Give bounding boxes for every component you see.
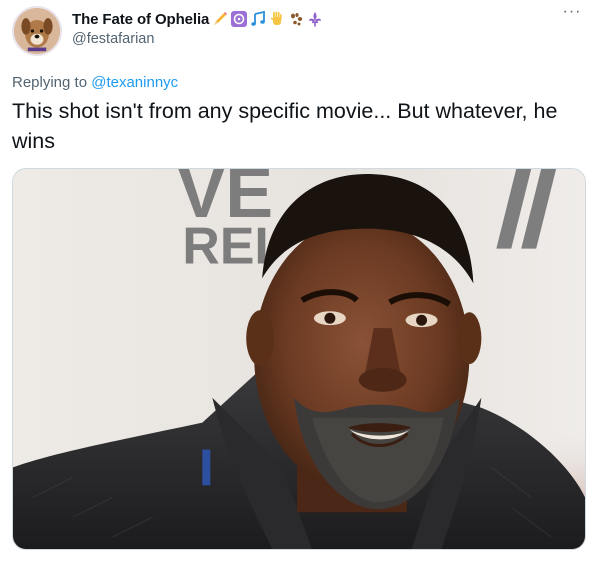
- paw-prints-icon: [291, 13, 303, 26]
- tweet-text: This shot isn't from any specific movie.…: [12, 99, 558, 153]
- avatar[interactable]: [12, 6, 62, 56]
- music-notes-icon: [251, 10, 266, 26]
- replying-to-label: Replying to: [12, 74, 92, 91]
- pencil-icon: [214, 12, 228, 25]
- photo-portrait: VE REI: [13, 169, 585, 549]
- display-name[interactable]: The Fate of Ophelia: [72, 11, 209, 28]
- tweet-media-photo[interactable]: VE REI: [12, 168, 586, 550]
- user-handle[interactable]: @festafarian: [72, 31, 154, 47]
- reply-mention-link[interactable]: @texaninnyc: [91, 74, 178, 91]
- raised-hand-icon: [271, 11, 282, 25]
- dog-avatar-icon: [14, 8, 60, 54]
- svg-text:REI: REI: [182, 217, 268, 275]
- name-emoji-row: [211, 10, 324, 28]
- more-options-button[interactable]: ···: [558, 2, 586, 24]
- tweet: The Fate of Ophelia @festafarian ··· Rep…: [0, 0, 600, 562]
- om-symbol-icon: [231, 11, 248, 27]
- display-name-row[interactable]: The Fate of Ophelia: [72, 10, 324, 28]
- replying-to-line: Replying to @texaninnyc: [12, 74, 178, 91]
- fleur-de-lis-icon: [309, 12, 322, 27]
